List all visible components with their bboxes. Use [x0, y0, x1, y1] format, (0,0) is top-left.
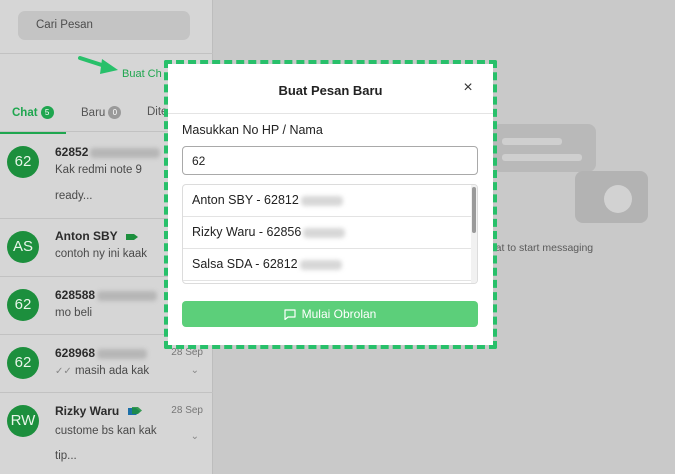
tab-chat[interactable]: Chat 5	[12, 106, 54, 119]
start-chat-button[interactable]: Mulai Obrolan	[182, 301, 478, 327]
avatar: AS	[7, 231, 39, 263]
suggestion-item[interactable]: Salsa SDA - 62812	[183, 249, 473, 281]
phone-field-label: Masukkan No HP / Nama	[182, 123, 323, 137]
tab-label: Baru	[81, 106, 106, 119]
chevron-down-icon[interactable]: ⌄	[191, 431, 199, 442]
scrollbar-thumb[interactable]	[472, 187, 476, 233]
suggestion-item[interactable]: Anton SBY - 62812	[183, 185, 473, 217]
suggestion-item[interactable]: Rizky Waru - 62856	[183, 217, 473, 249]
avatar: 62	[7, 146, 39, 178]
chat-preview: contoh ny ini kaak	[55, 248, 148, 260]
new-chat-link[interactable]: Buat Ch	[122, 68, 162, 80]
modal-title: Buat Pesan Baru	[278, 83, 383, 98]
avatar: RW	[7, 405, 39, 437]
tab-label: Chat	[12, 106, 38, 119]
start-chat-label: Mulai Obrolan	[301, 307, 377, 321]
close-icon[interactable]: ×	[458, 78, 478, 98]
chat-name: Anton SBY	[55, 229, 138, 243]
phone-name-input[interactable]	[182, 146, 478, 175]
arrow-icon	[78, 56, 118, 74]
tag-icon	[127, 407, 142, 416]
message-illustration	[492, 124, 596, 172]
chat-preview-cont: ready...	[55, 190, 93, 202]
chat-name: Rizky Waru	[55, 404, 142, 418]
chat-name: 628588	[55, 288, 158, 302]
chat-name: 62852	[55, 145, 161, 159]
chat-list-item[interactable]: RW Rizky Waru 28 Sep custome bs kan kak …	[0, 393, 213, 474]
chevron-down-icon[interactable]: ⌄	[191, 365, 199, 376]
modal-header: Buat Pesan Baru ×	[168, 64, 493, 114]
tag-icon	[125, 233, 138, 240]
new-message-modal: Buat Pesan Baru × Masukkan No HP / Nama …	[168, 64, 493, 345]
suggestion-list: Anton SBY - 62812 Rizky Waru - 62856 Sal…	[182, 184, 478, 284]
chat-time: 28 Sep	[171, 405, 203, 416]
chat-preview: custome bs kan kak	[55, 425, 157, 437]
read-ticks-icon: ✓✓	[55, 366, 72, 377]
tab-baru[interactable]: Baru 0	[81, 106, 122, 119]
avatar: 62	[7, 289, 39, 321]
chat-preview-cont: tip...	[55, 450, 77, 462]
chat-preview: ✓✓ masih ada kak	[55, 365, 150, 377]
search-input[interactable]: Cari Pesan	[18, 11, 190, 40]
chat-preview: mo beli	[55, 307, 93, 319]
count-badge: 0	[108, 106, 122, 119]
person-icon	[604, 185, 632, 213]
chat-bubble-icon	[284, 308, 296, 320]
scrollbar[interactable]	[471, 185, 477, 283]
chat-name: 628968	[55, 346, 148, 360]
avatar: 62	[7, 347, 39, 379]
count-badge: 5	[40, 106, 54, 119]
chat-preview: Kak redmi note 9	[55, 164, 142, 176]
